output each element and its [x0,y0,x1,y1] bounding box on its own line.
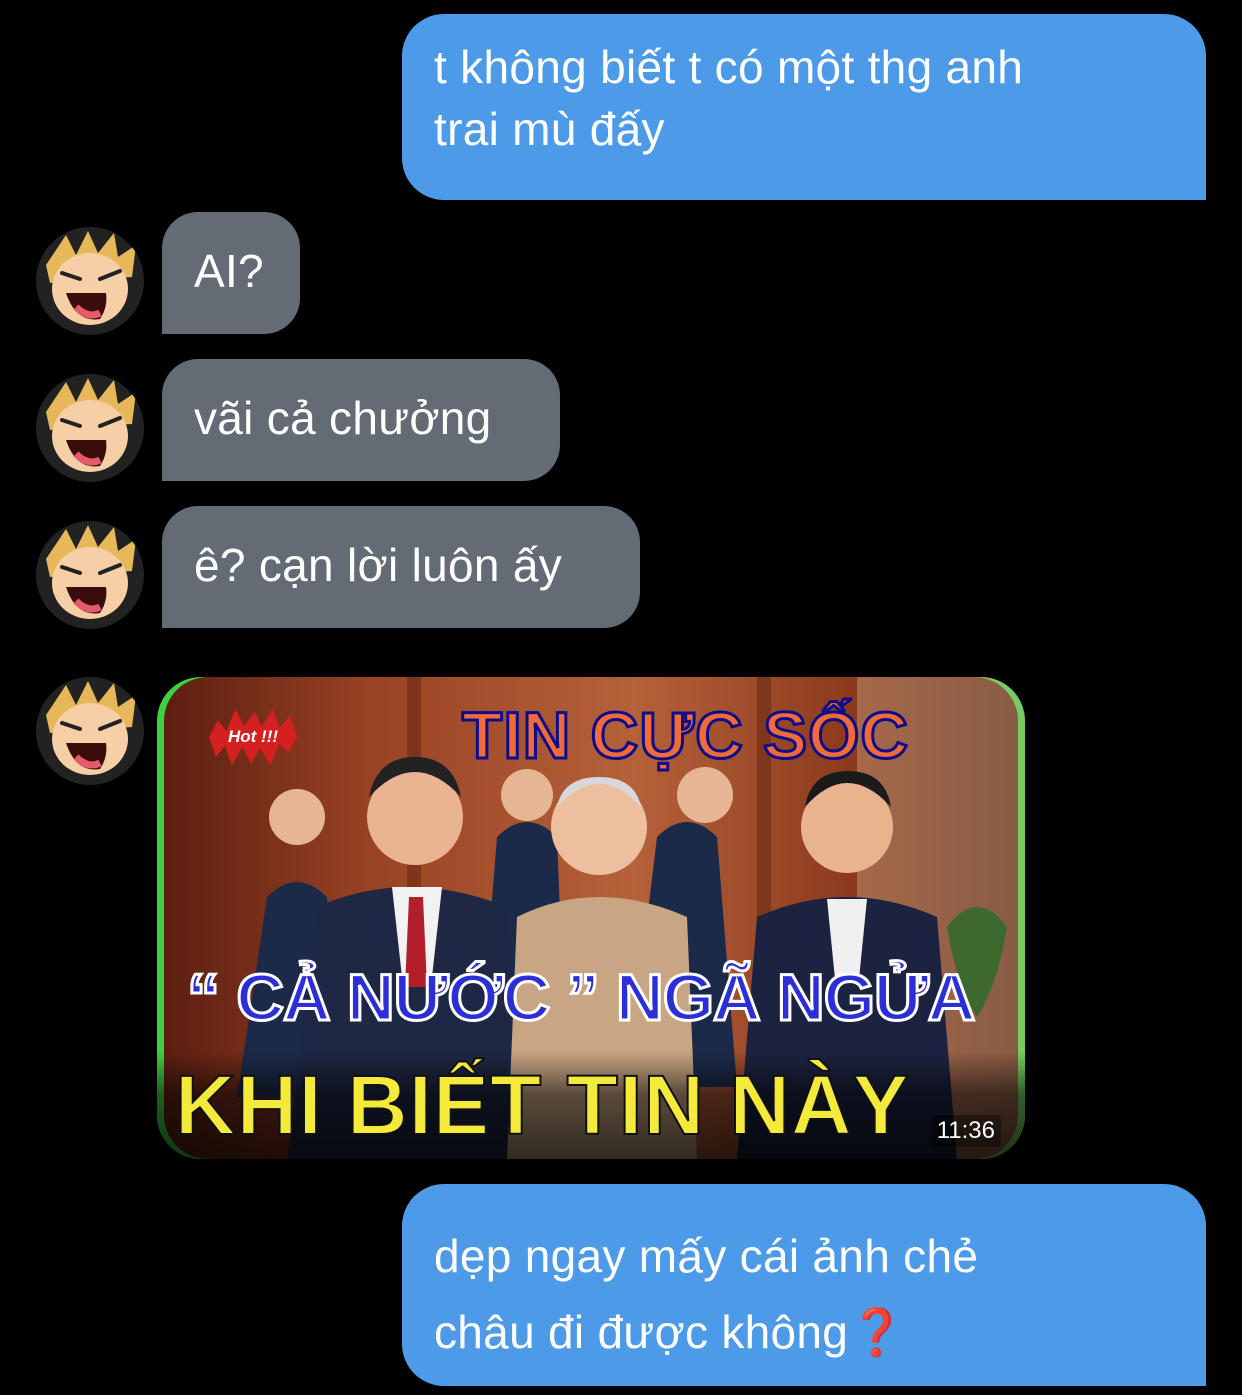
thumbnail-headline: “ CẢ NƯỚC ” NGÃ NGỬA [185,959,976,1036]
message-text: vãi cả chưởng [194,392,492,444]
contact-avatar[interactable] [36,227,144,335]
laughing-cartoon-avatar-icon [36,521,144,629]
thumbnail-title: TIN CỰC SỐC [460,697,910,774]
outgoing-message-bubble[interactable]: dẹp ngay mấy cái ảnh chẻ châu đi được kh… [402,1184,1206,1386]
contact-avatar[interactable] [36,677,144,785]
incoming-message-bubble[interactable]: ê? cạn lời luôn ấy [162,506,640,628]
contact-avatar[interactable] [36,521,144,629]
video-duration: 11:36 [930,1115,1001,1147]
message-text-line: trai mù đấy [434,103,665,155]
outgoing-message-bubble[interactable]: t không biết t có một thg anh trai mù đấ… [402,14,1206,200]
contact-avatar[interactable] [36,374,144,482]
incoming-message-bubble[interactable]: vãi cả chưởng [162,359,560,481]
message-text: AI? [194,245,264,297]
laughing-cartoon-avatar-icon [36,227,144,335]
message-text-line: dẹp ngay mấy cái ảnh chẻ [434,1230,979,1282]
message-text: châu đi được không [434,1306,849,1358]
thumbnail-subheadline: KHI BIẾT TIN NÀY [174,1057,910,1153]
incoming-message-bubble[interactable]: AI? [162,212,300,334]
message-text-line: châu đi được không❓ [434,1294,1176,1370]
video-thumbnail-message[interactable]: Hot !!! TIN CỰC SỐC “ CẢ NƯỚC ” NGÃ NGỬA… [157,677,1025,1159]
laughing-cartoon-avatar-icon [36,374,144,482]
laughing-cartoon-avatar-icon [36,677,144,785]
message-text-line: t không biết t có một thg anh [434,41,1024,93]
red-question-mark-icon: ❓ [848,1306,906,1358]
message-text: ê? cạn lời luôn ấy [194,539,563,591]
